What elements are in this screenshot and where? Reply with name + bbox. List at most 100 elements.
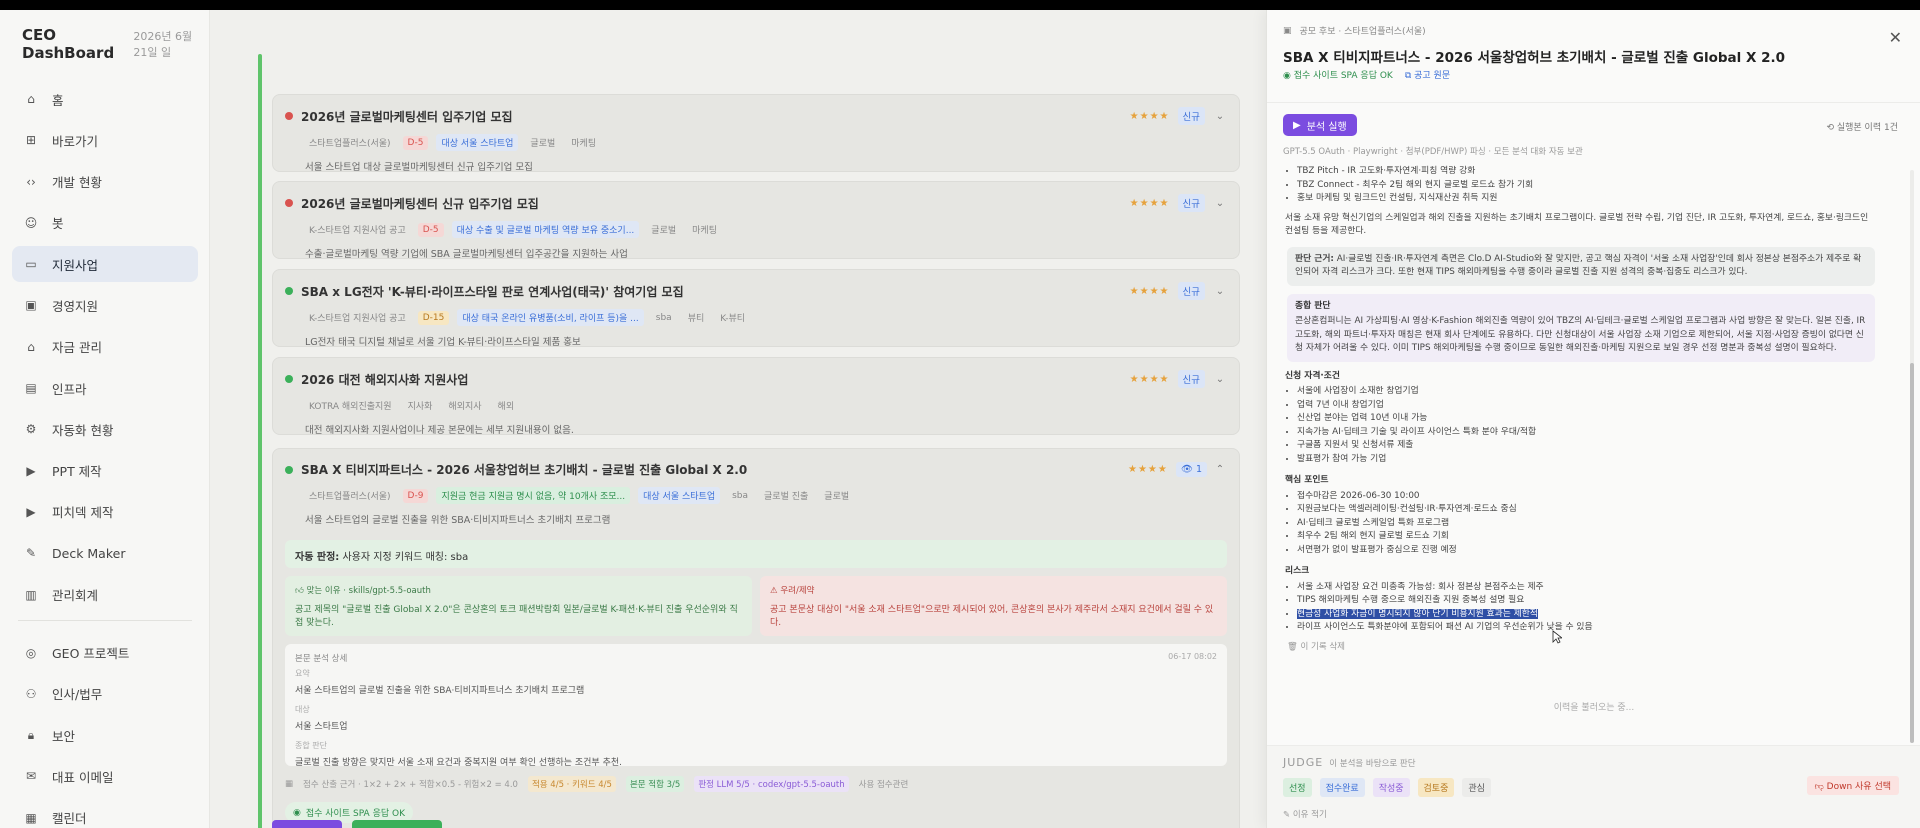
tag: 대상 태국 온라인 유병품(소비, 라이프 등)을 ...	[457, 309, 644, 326]
card-title[interactable]: 2026 대전 해외지사화 지원사업	[301, 371, 1130, 388]
history-count[interactable]: ⟲ 실행본 이력 1건	[1826, 120, 1898, 133]
program-card[interactable]: 2026년 글로벌마케팅센터 입주기업 모집 ★★★★ 신규 ⌄ 스타트업플러스…	[272, 94, 1240, 173]
program-bullets: TBZ Pitch - IR 고도화·투자연계·피칭 역량 강화TBZ Conn…	[1281, 165, 1881, 206]
card-description: LG전자 태국 디지털 채널로 서울 기업 K-뷰티·라이프스타일 제품 홍보	[305, 337, 581, 348]
people-icon: ⚇	[25, 686, 37, 701]
list-item: 홍보 마케팅 및 링크드인 컨설팅, 지식재산권 취득 지원	[1297, 192, 1881, 206]
sidebar-item-label: 관리회계	[52, 588, 99, 604]
judge-chip[interactable]: 관심	[1462, 778, 1491, 797]
tag: sba	[655, 312, 672, 323]
risks-heading: 리스크	[1285, 566, 1310, 576]
sidebar-item[interactable]: ⊞ 바로가기	[12, 122, 198, 158]
sidebar-item[interactable]: ⌂ 자금 관리	[12, 329, 198, 365]
sidebar-item[interactable]: ◎ GEO 프로젝트	[12, 635, 198, 671]
tag: sba	[732, 490, 749, 501]
fit-reason-box: 👍︎ 맞는 이유 · skills/gpt-5.5-oauth 공고 제목의 "…	[285, 576, 752, 636]
chart-icon: ▥	[25, 587, 37, 602]
key-points-heading: 핵심 포인트	[1285, 475, 1329, 485]
chevron-down-icon[interactable]: ⌄	[1213, 286, 1227, 297]
folder-icon: ▭	[25, 257, 37, 272]
nav-divider	[18, 619, 192, 621]
sidebar: CEO DashBoard 2026년 6월 21일 일 ⌂ 홈 ⊞ 바로가기 ‹› 개발…	[0, 10, 210, 828]
original-notice-link[interactable]: ⧉ 공고 원문	[1405, 68, 1450, 81]
judge-chip[interactable]: 접수완료	[1319, 778, 1365, 797]
list-item: AI·딥테크 글로벌 스케일업 특화 프로그램	[1297, 517, 1881, 531]
list-item: 신산업 분야는 업력 10년 이내 가능	[1297, 412, 1881, 426]
sidebar-item[interactable]: ⚇ 인사/법무	[12, 676, 198, 712]
tag: 대상 수출 및 글로벌 마케팅 역량 보유 중소기...	[451, 221, 640, 238]
chevron-down-icon[interactable]: ⌄	[1213, 111, 1227, 122]
server-icon: ▤	[25, 381, 37, 396]
chevron-down-icon[interactable]: ⌄	[1213, 198, 1227, 209]
brush-icon: ✎	[25, 546, 37, 561]
tag: KOTRA 해외진출지원	[309, 402, 392, 412]
home-icon: ⌂	[27, 92, 35, 106]
grid-icon: ▦	[285, 779, 294, 789]
delete-record-link[interactable]: 🗑︎ 이 기록 삭제	[1287, 641, 1875, 655]
sidebar-item[interactable]: ✉ 대표 이메일	[12, 758, 198, 794]
support-program-list: 2026년 글로벌마케팅센터 입주기업 모집 ★★★★ 신규 ⌄ 스타트업플러스…	[210, 10, 1266, 828]
run-analysis-button[interactable]: ▶ 분석 실행	[1283, 114, 1357, 136]
scrollbar-thumb[interactable]	[1910, 363, 1914, 743]
tag: K-스타트업 지원사업 공고	[309, 314, 406, 324]
card-title[interactable]: SBA x LG전자 'K-뷰티·라이프스타일 판로 연계사업(태국)' 참여기…	[301, 283, 1130, 300]
calendar-icon: ▦	[25, 810, 37, 825]
analysis-content[interactable]: TBZ Pitch - IR 고도화·투자연계·피칭 역량 강화TBZ Conn…	[1281, 165, 1881, 665]
down-reason-button[interactable]: 👎︎ Down 사유 선택	[1806, 776, 1899, 795]
green-action-button[interactable]	[352, 820, 442, 828]
card-description: 수출·글로벌마케팅 역량 기업에 SBA 글로벌마케팅센터 입주공간을 지원하는…	[305, 249, 628, 260]
list-item: 라이프 사이언스도 특화분야에 포함되어 패션 AI 기업의 우선순위가 낮을 …	[1297, 621, 1881, 635]
new-badge: 신규	[1177, 282, 1205, 300]
app-title[interactable]: CEO DashBoard	[22, 26, 121, 62]
judge-chip[interactable]: 선정	[1283, 778, 1312, 797]
list-item: 최우수 2팀 해외 현지 글로벌 로드쇼 기회	[1297, 530, 1881, 544]
expanded-program-card[interactable]: SBA X 티비지파트너스 - 2026 서울창업허브 초기배치 - 글로벌 진…	[272, 448, 1240, 828]
sidebar-item[interactable]: ▶ PPT 제작	[12, 453, 198, 489]
purple-action-button[interactable]	[272, 820, 342, 828]
sidebar-item[interactable]: ✎ Deck Maker	[12, 535, 198, 571]
risks-list: 서울 소재 사업장 요건 미충족 가능성: 회사 정본상 본점주소는 제주TIP…	[1281, 581, 1881, 608]
sidebar-item[interactable]: ☺ 봇	[12, 205, 198, 241]
close-icon[interactable]: ✕	[1889, 28, 1902, 47]
sidebar-item[interactable]: ▣ 경영지원	[12, 287, 198, 323]
sidebar-item[interactable]: ▭ 지원사업	[12, 246, 198, 283]
judge-chip[interactable]: 작성중	[1372, 778, 1410, 797]
list-item: 서면평가 없이 발표평가 중심으로 진행 예정	[1297, 544, 1881, 558]
reason-input[interactable]: ✎ 이유 적기	[1283, 808, 1327, 820]
list-item: 업력 7년 이내 창업기업	[1297, 399, 1881, 413]
bot-icon: ☺	[24, 215, 38, 230]
site-status-link[interactable]: ◉ 접수 사이트 SPA 응답 OK	[1283, 68, 1393, 81]
sidebar-item[interactable]: ▦ 캘린더	[12, 800, 198, 828]
selected-text[interactable]: 현금성 사업화 자금이 명시되지 않아 단기 비용지원 효과는 제한적	[1297, 608, 1538, 619]
sidebar-item[interactable]: ▤ 인프라	[12, 370, 198, 406]
card-title[interactable]: 2026년 글로벌마케팅센터 신규 입주기업 모집	[301, 195, 1130, 212]
program-card[interactable]: 2026 대전 해외지사화 지원사업 ★★★★ 신규 ⌄ KOTRA 해외진출지…	[272, 357, 1240, 436]
rating-stars: ★★★★	[1129, 197, 1170, 209]
overall-judgement: 종합 판단 콘상혼컴퍼니는 AI 가상피팅·AI 영상·K-Fashion 해외…	[1287, 293, 1875, 362]
judge-chip[interactable]: 검토중	[1417, 778, 1455, 797]
sidebar-item[interactable]: 🔒︎ 보안	[12, 717, 198, 753]
sidebar-item-label: 바로가기	[52, 133, 99, 149]
tag: 글로벌	[824, 492, 850, 502]
chevron-down-icon[interactable]: ⌄	[1213, 374, 1227, 385]
program-card[interactable]: SBA x LG전자 'K-뷰티·라이프스타일 판로 연계사업(태국)' 참여기…	[272, 269, 1240, 348]
tag: 지사화	[407, 402, 433, 412]
sidebar-item-label: 봇	[52, 216, 64, 232]
breadcrumb: ▣ 공모 후보 · 스타트업플러스(서울)	[1283, 25, 1426, 38]
sidebar-item[interactable]: ‹› 개발 현황	[12, 164, 198, 200]
chevron-up-icon[interactable]: ⌃	[1213, 464, 1227, 475]
sidebar-item-label: 개발 현황	[52, 175, 102, 191]
sidebar-item-label: 보안	[52, 728, 76, 744]
status-dot	[285, 287, 293, 295]
sidebar-item[interactable]: ⌂ 홈	[12, 81, 198, 117]
sidebar-item[interactable]: ▥ 관리회계	[12, 577, 198, 613]
list-item: 지원금보다는 액셀러레이팅·컨설팅·IR·투자연계·로드쇼 중심	[1297, 503, 1881, 517]
card-title[interactable]: 2026년 글로벌마케팅센터 입주기업 모집	[301, 108, 1130, 125]
status-dot	[285, 465, 293, 474]
card-title[interactable]: SBA X 티비지파트너스 - 2026 서울창업허브 초기배치 - 글로벌 진…	[301, 461, 1128, 478]
sidebar-item[interactable]: ⚙ 자동화 현황	[12, 411, 198, 447]
sidebar-item[interactable]: ▶ 피치덱 제작	[12, 494, 198, 530]
rating-stars: ★★★★	[1129, 373, 1170, 385]
briefcase-icon: ▣	[25, 298, 37, 313]
program-card[interactable]: 2026년 글로벌마케팅센터 신규 입주기업 모집 ★★★★ 신규 ⌄ K-스타…	[272, 181, 1240, 260]
